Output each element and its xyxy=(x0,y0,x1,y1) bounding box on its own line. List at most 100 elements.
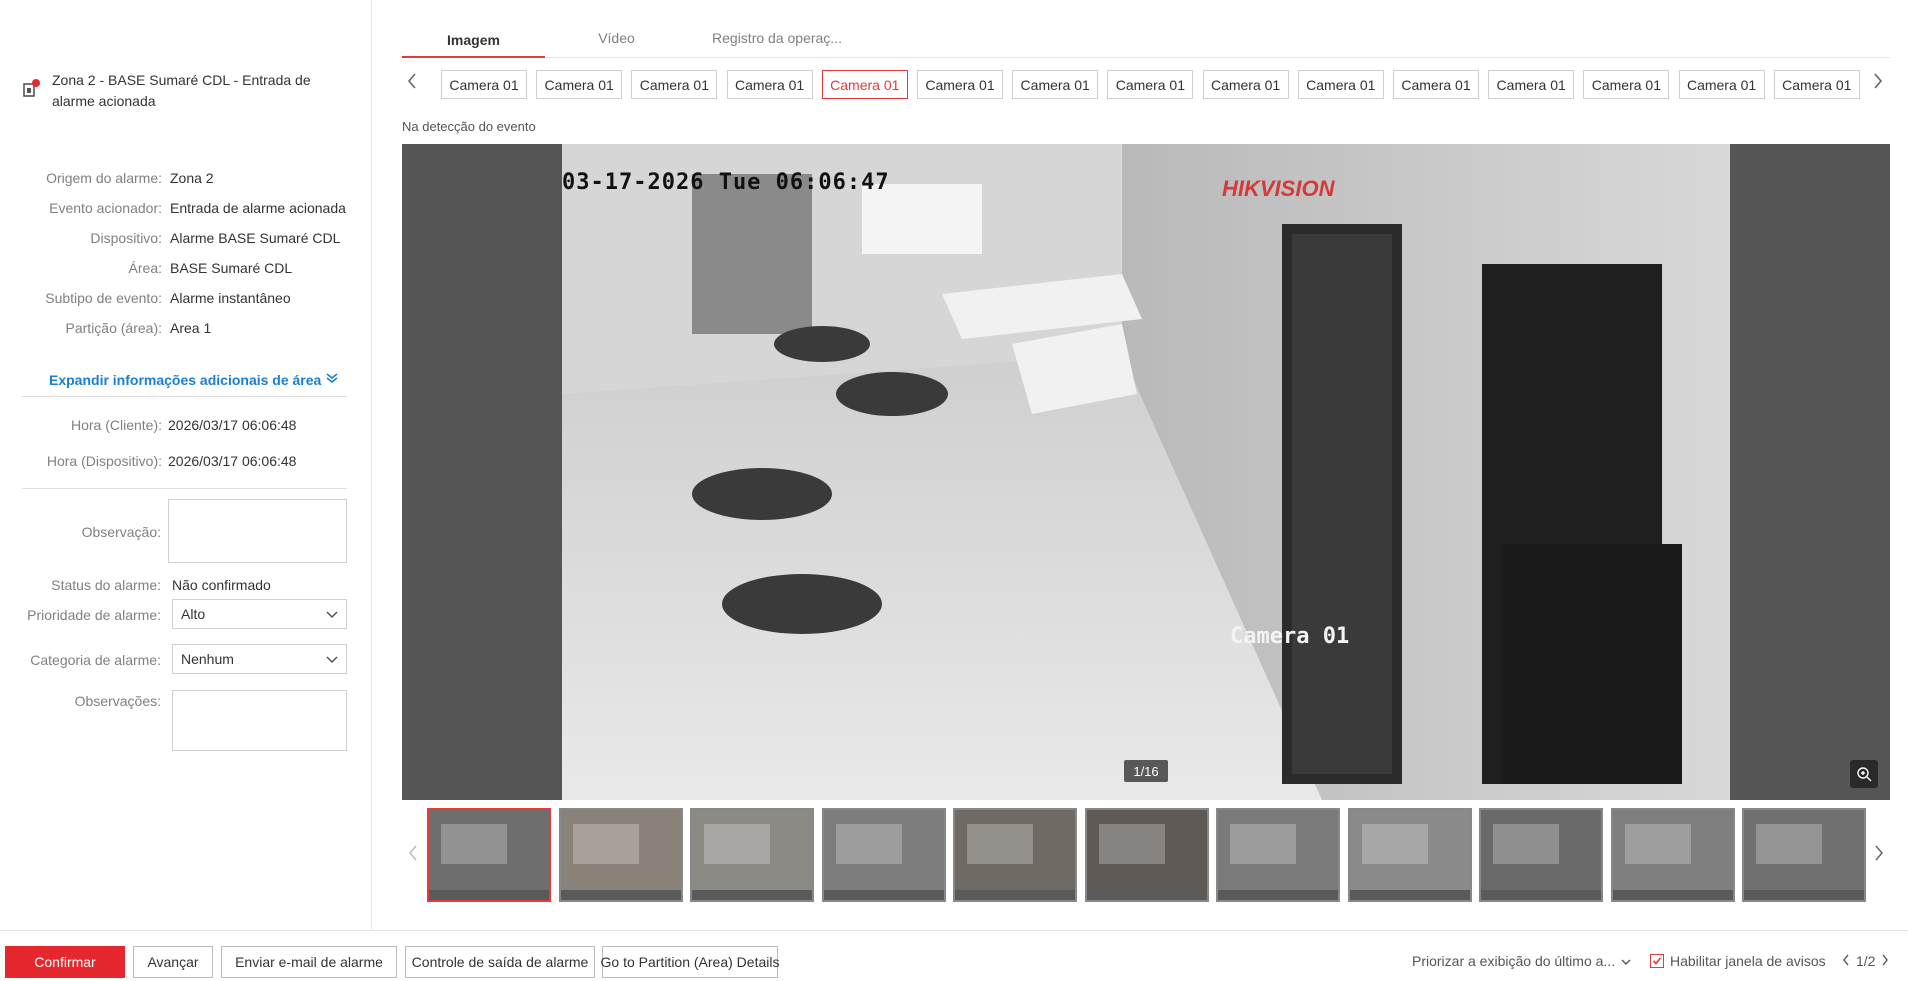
time-label: Hora (Cliente): xyxy=(70,417,162,433)
chevron-right-icon[interactable] xyxy=(1874,844,1884,867)
camera-tab[interactable]: Camera 01 xyxy=(917,70,1003,99)
priority-display-select[interactable]: Priorizar a exibição do último a... xyxy=(1412,953,1631,969)
chevron-left-icon[interactable] xyxy=(406,72,418,95)
observation-input[interactable] xyxy=(168,499,347,563)
thumbnail-caption-bar xyxy=(429,890,549,900)
expand-area-info-label: Expandir informações adicionais de área xyxy=(49,371,322,388)
osd-timestamp: 03-17-2026 Tue 06:06:47 xyxy=(562,170,890,195)
event-title: Zona 2 - BASE Sumaré CDL - Entrada de al… xyxy=(52,72,311,109)
double-chevron-down-icon xyxy=(325,371,339,388)
camera-tab[interactable]: Camera 01 xyxy=(441,70,527,99)
thumbnail-caption-bar xyxy=(560,890,681,900)
enable-notice-window-toggle[interactable]: Habilitar janela de avisos xyxy=(1650,953,1826,969)
thumbnail-caption-bar xyxy=(1349,890,1470,900)
image-counter: 1/16 xyxy=(1124,760,1168,782)
info-label: Subtipo de evento: xyxy=(45,290,162,306)
snapshot-thumbnail[interactable] xyxy=(1347,808,1472,902)
info-label: Partição (área): xyxy=(65,320,162,336)
info-label: Dispositivo: xyxy=(90,230,162,246)
chevron-left-icon[interactable] xyxy=(408,844,418,867)
camera-tab[interactable]: Camera 01 xyxy=(1012,70,1099,99)
advance-button[interactable]: Avançar xyxy=(133,946,213,978)
thumbnail-strip xyxy=(402,808,1890,902)
partition-details-button[interactable]: Go to Partition (Area) Details xyxy=(601,946,779,978)
alarm-category-select[interactable]: Nenhum xyxy=(172,644,347,674)
alarm-priority-label: Prioridade de alarme: xyxy=(27,607,161,623)
camera-tab[interactable]: Camera 01 xyxy=(1488,70,1575,99)
thumbnail-scene xyxy=(572,823,639,864)
confirm-button[interactable]: Confirmar xyxy=(5,946,125,978)
info-label: Área: xyxy=(128,260,162,276)
detail-tabs: Imagem Vídeo Registro da operaç... xyxy=(402,26,1890,58)
info-row: Dispositivo: Alarme BASE Sumaré CDL xyxy=(0,230,372,250)
tab-operation-log[interactable]: Registro da operaç... xyxy=(688,26,866,58)
camera-selector-strip: Camera 01 Camera 01 Camera 01 Camera 01 Came… xyxy=(402,70,1890,100)
alarm-status-value: Não confirmado xyxy=(172,577,271,593)
remarks-input[interactable] xyxy=(172,690,347,751)
info-value: Entrada de alarme acionada xyxy=(170,200,346,216)
tab-video[interactable]: Vídeo xyxy=(545,26,688,58)
info-value: Alarme BASE Sumaré CDL xyxy=(170,230,341,246)
alarm-output-control-button[interactable]: Controle de saída de alarme xyxy=(405,946,595,978)
snapshot-thumbnail[interactable] xyxy=(821,808,946,902)
alarm-status-label: Status do alarme: xyxy=(51,577,161,593)
alarm-priority-value: Alto xyxy=(181,606,206,622)
chevron-left-icon[interactable] xyxy=(1842,953,1850,969)
camera-tab[interactable]: Camera 01 xyxy=(1297,70,1384,99)
thumbnail-caption-bar xyxy=(1744,890,1864,900)
thumbnail-caption-bar xyxy=(1481,890,1601,900)
thumbnail-caption-bar xyxy=(692,890,812,900)
camera-tab[interactable]: Camera 01 xyxy=(1393,70,1479,99)
time-value: 2026/03/17 06:06:48 xyxy=(168,453,297,469)
snapshot-thumbnail[interactable] xyxy=(690,808,814,902)
snapshot-thumbnail[interactable] xyxy=(1084,808,1209,902)
time-row: Hora (Dispositivo): 2026/03/17 06:06:48 xyxy=(0,453,372,473)
alarm-priority-select[interactable]: Alto xyxy=(172,599,347,629)
camera-tab[interactable]: Camera 01 xyxy=(1202,70,1289,99)
camera-tab[interactable]: Camera 01 xyxy=(1583,70,1670,99)
info-row: Partição (área): Area 1 xyxy=(0,320,372,340)
alarm-category-value: Nenhum xyxy=(181,651,234,667)
checkbox-checked-icon[interactable] xyxy=(1650,954,1664,968)
camera-snapshot xyxy=(562,144,1730,800)
chevron-right-icon[interactable] xyxy=(1872,72,1884,95)
send-alarm-email-button[interactable]: Enviar e-mail de alarme xyxy=(221,946,397,978)
snapshot-thumbnail[interactable] xyxy=(1610,808,1735,902)
thumbnail-caption-bar xyxy=(1218,890,1338,900)
thumbnail-caption-bar xyxy=(955,890,1075,900)
snapshot-thumbnail[interactable] xyxy=(953,808,1077,902)
thumbnail-caption-bar xyxy=(1612,890,1733,900)
thumbnail-caption-bar xyxy=(823,890,944,900)
alarm-input-icon xyxy=(22,78,42,98)
thumbnail-scene xyxy=(1756,823,1822,864)
snapshot-thumbnail[interactable] xyxy=(558,808,683,902)
snapshot-thumbnail[interactable] xyxy=(1216,808,1340,902)
zoom-in-icon[interactable] xyxy=(1850,760,1878,788)
camera-tab[interactable]: Camera 01 xyxy=(631,70,718,99)
camera-tab[interactable]: Camera 01 xyxy=(726,70,813,99)
info-row: Origem do alarme: Zona 2 xyxy=(0,170,372,190)
camera-tab[interactable]: Camera 01 xyxy=(1773,70,1860,99)
thumbnail-scene xyxy=(1493,823,1559,864)
thumbnail-scene xyxy=(1624,823,1691,864)
camera-tab[interactable]: Camera 01 xyxy=(821,70,908,99)
time-label: Hora (Dispositivo): xyxy=(46,453,162,469)
enable-notice-window-label: Habilitar janela de avisos xyxy=(1670,953,1826,969)
chevron-right-icon[interactable] xyxy=(1881,953,1889,969)
snapshot-thumbnail[interactable] xyxy=(1742,808,1866,902)
camera-tab[interactable]: Camera 01 xyxy=(1678,70,1765,99)
info-row: Subtipo de evento: Alarme instantâneo xyxy=(0,290,372,310)
tab-imagem[interactable]: Imagem xyxy=(402,26,545,58)
image-viewer[interactable]: 03-17-2026 Tue 06:06:47 HIKVISION Camera… xyxy=(402,144,1890,800)
snapshot-thumbnail[interactable] xyxy=(1479,808,1603,902)
expand-area-info-link[interactable]: Expandir informações adicionais de área xyxy=(49,371,339,388)
info-label: Evento acionador: xyxy=(49,200,162,216)
detection-caption: Na detecção do evento xyxy=(402,119,536,134)
camera-tab[interactable]: Camera 01 xyxy=(536,70,623,99)
thumbnail-caption-bar xyxy=(1086,890,1207,900)
osd-brand-logo: HIKVISION xyxy=(1222,176,1335,201)
camera-tab[interactable]: Camera 01 xyxy=(1107,70,1194,99)
thumbnail-scene xyxy=(704,823,770,864)
snapshot-thumbnail[interactable] xyxy=(427,808,551,902)
thumbnail-scene xyxy=(835,823,902,864)
